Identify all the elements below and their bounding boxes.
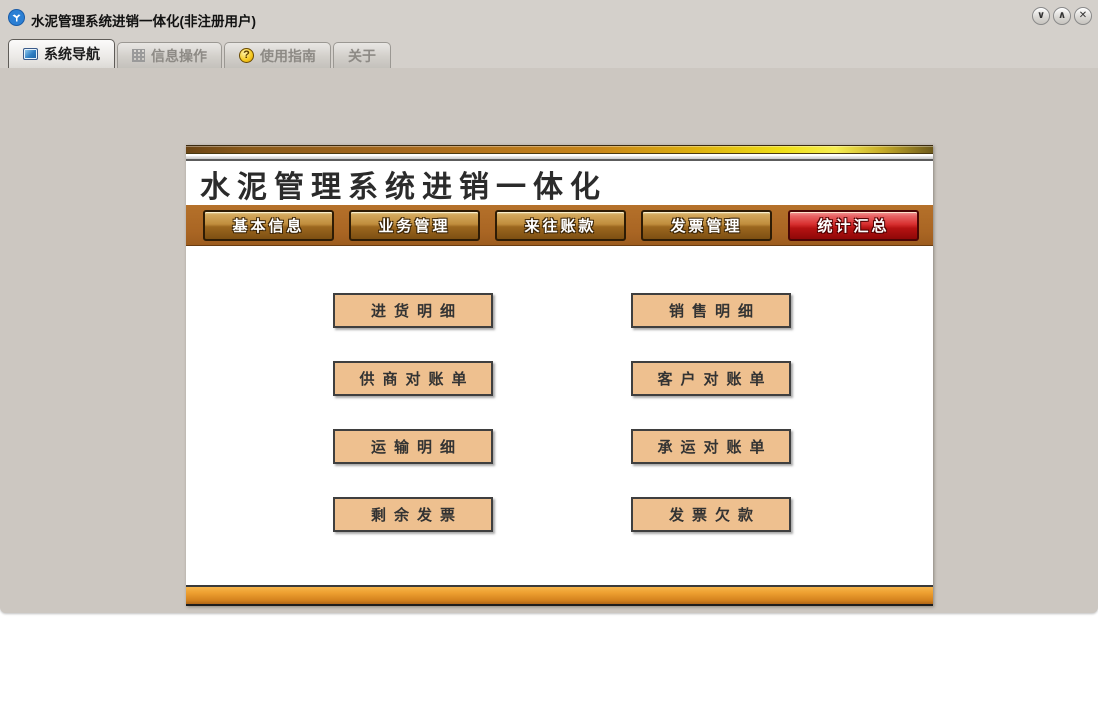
- nav-button-carrier-statement[interactable]: 承运对账单: [631, 429, 791, 464]
- content-area: 水泥管理系统进销一体化 基本信息 业务管理 来往账款 发票管理 统计汇总 进货明…: [0, 68, 1098, 613]
- tab-user-guide[interactable]: ? 使用指南: [224, 42, 331, 68]
- window-title: 水泥管理系统进销一体化(非注册用户): [31, 14, 256, 29]
- main-panel: 水泥管理系统进销一体化 基本信息 业务管理 来往账款 发票管理 统计汇总 进货明…: [186, 145, 933, 606]
- tab-label: 使用指南: [260, 47, 316, 64]
- menu-button-invoice-management[interactable]: 发票管理: [641, 210, 772, 241]
- tab-label: 关于: [348, 47, 376, 64]
- nav-button-sales-details[interactable]: 销售明细: [631, 293, 791, 328]
- monitor-icon: [23, 48, 38, 60]
- nav-button-invoice-arrears[interactable]: 发票欠款: [631, 497, 791, 532]
- menu-bar: 基本信息 业务管理 来往账款 发票管理 统计汇总: [186, 205, 933, 246]
- title-bar: 水泥管理系统进销一体化(非注册用户) ∨ ∧ ✕: [0, 0, 1098, 36]
- tab-label: 信息操作: [151, 47, 207, 64]
- window-controls: ∨ ∧ ✕: [1032, 7, 1092, 25]
- tab-system-navigation[interactable]: 系统导航: [8, 39, 115, 68]
- nav-button-remaining-invoices[interactable]: 剩余发票: [333, 497, 493, 532]
- maximize-button[interactable]: ∧: [1053, 7, 1071, 25]
- menu-button-statistics-summary[interactable]: 统计汇总: [788, 210, 919, 241]
- nav-button-customer-statement[interactable]: 客户对账单: [631, 361, 791, 396]
- menu-button-basic-info[interactable]: 基本信息: [203, 210, 334, 241]
- minimize-button[interactable]: ∨: [1032, 7, 1050, 25]
- panel-title: 水泥管理系统进销一体化: [200, 171, 607, 204]
- close-button[interactable]: ✕: [1074, 7, 1092, 25]
- app-window: 水泥管理系统进销一体化(非注册用户) ∨ ∧ ✕ 系统导航 信息操作 ? 使用指…: [0, 0, 1098, 613]
- tab-label: 系统导航: [44, 46, 100, 62]
- grid-icon: [132, 49, 145, 62]
- nav-button-transport-details[interactable]: 运输明细: [333, 429, 493, 464]
- help-icon: ?: [239, 48, 254, 63]
- tab-about[interactable]: 关于: [333, 42, 391, 68]
- nav-button-supplier-statement[interactable]: 供商对账单: [333, 361, 493, 396]
- gold-gradient-stripe: [186, 145, 933, 154]
- bottom-orange-bar: [186, 585, 933, 606]
- tab-information-operations[interactable]: 信息操作: [117, 42, 222, 68]
- cloud-logo-icon: [8, 9, 25, 26]
- divider-stripe: [186, 156, 933, 161]
- nav-button-purchase-details[interactable]: 进货明细: [333, 293, 493, 328]
- tab-bar: 系统导航 信息操作 ? 使用指南 关于: [8, 39, 393, 68]
- menu-button-accounts[interactable]: 来往账款: [495, 210, 626, 241]
- menu-button-business-management[interactable]: 业务管理: [349, 210, 480, 241]
